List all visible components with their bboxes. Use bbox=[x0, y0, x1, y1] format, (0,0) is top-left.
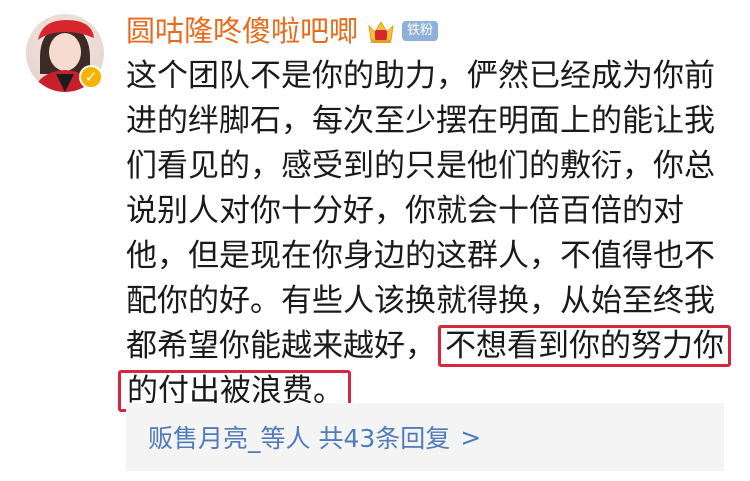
verified-icon: ✓ bbox=[79, 65, 103, 89]
comment-line: 这个团队不是你的助力，俨然已经成为你前 bbox=[126, 58, 715, 94]
comment-line: 说别人对你十分好，你就会十倍百倍的对 bbox=[126, 193, 684, 229]
comment-line-plain: 都希望你能越来越好， bbox=[126, 328, 436, 364]
comment-line: 进的绊脚石，每次至少摆在明面上的能让我 bbox=[126, 103, 715, 139]
fan-badge: 铁粉 bbox=[402, 21, 439, 41]
comment-text: 这个团队不是你的助力，俨然已经成为你前 进的绊脚石，每次至少摆在明面上的能让我 … bbox=[118, 54, 731, 414]
replies-preview[interactable]: 贩售月亮_等人 共43条回复 > bbox=[126, 403, 724, 471]
chevron-right-icon: > bbox=[460, 422, 482, 452]
comment-line: 配你的好。有些人该换就得换，从始至终我 bbox=[126, 283, 715, 319]
comment-item: ✓ 圆咕隆咚傻啦吧唧 铁粉 这个团队不是你的助力，俨然已经成为你前 进的绊脚石，… bbox=[0, 0, 750, 481]
username[interactable]: 圆咕隆咚傻啦吧唧 bbox=[126, 12, 358, 50]
crown-icon bbox=[368, 21, 394, 43]
comment-line: 都希望你能越来越好， 不想看到你的努力你 bbox=[126, 324, 731, 369]
username-row: 圆咕隆咚傻啦吧唧 铁粉 bbox=[126, 12, 439, 50]
comment-line: 他，但是现在你身边的这群人，不值得也不 bbox=[126, 238, 715, 274]
comment-line: 们看见的，感受到的只是他们的敷衍，你总 bbox=[126, 148, 715, 184]
replies-link[interactable]: 贩售月亮_等人 共43条回复 bbox=[148, 419, 450, 455]
highlight-box: 不想看到你的努力你 bbox=[438, 325, 731, 367]
